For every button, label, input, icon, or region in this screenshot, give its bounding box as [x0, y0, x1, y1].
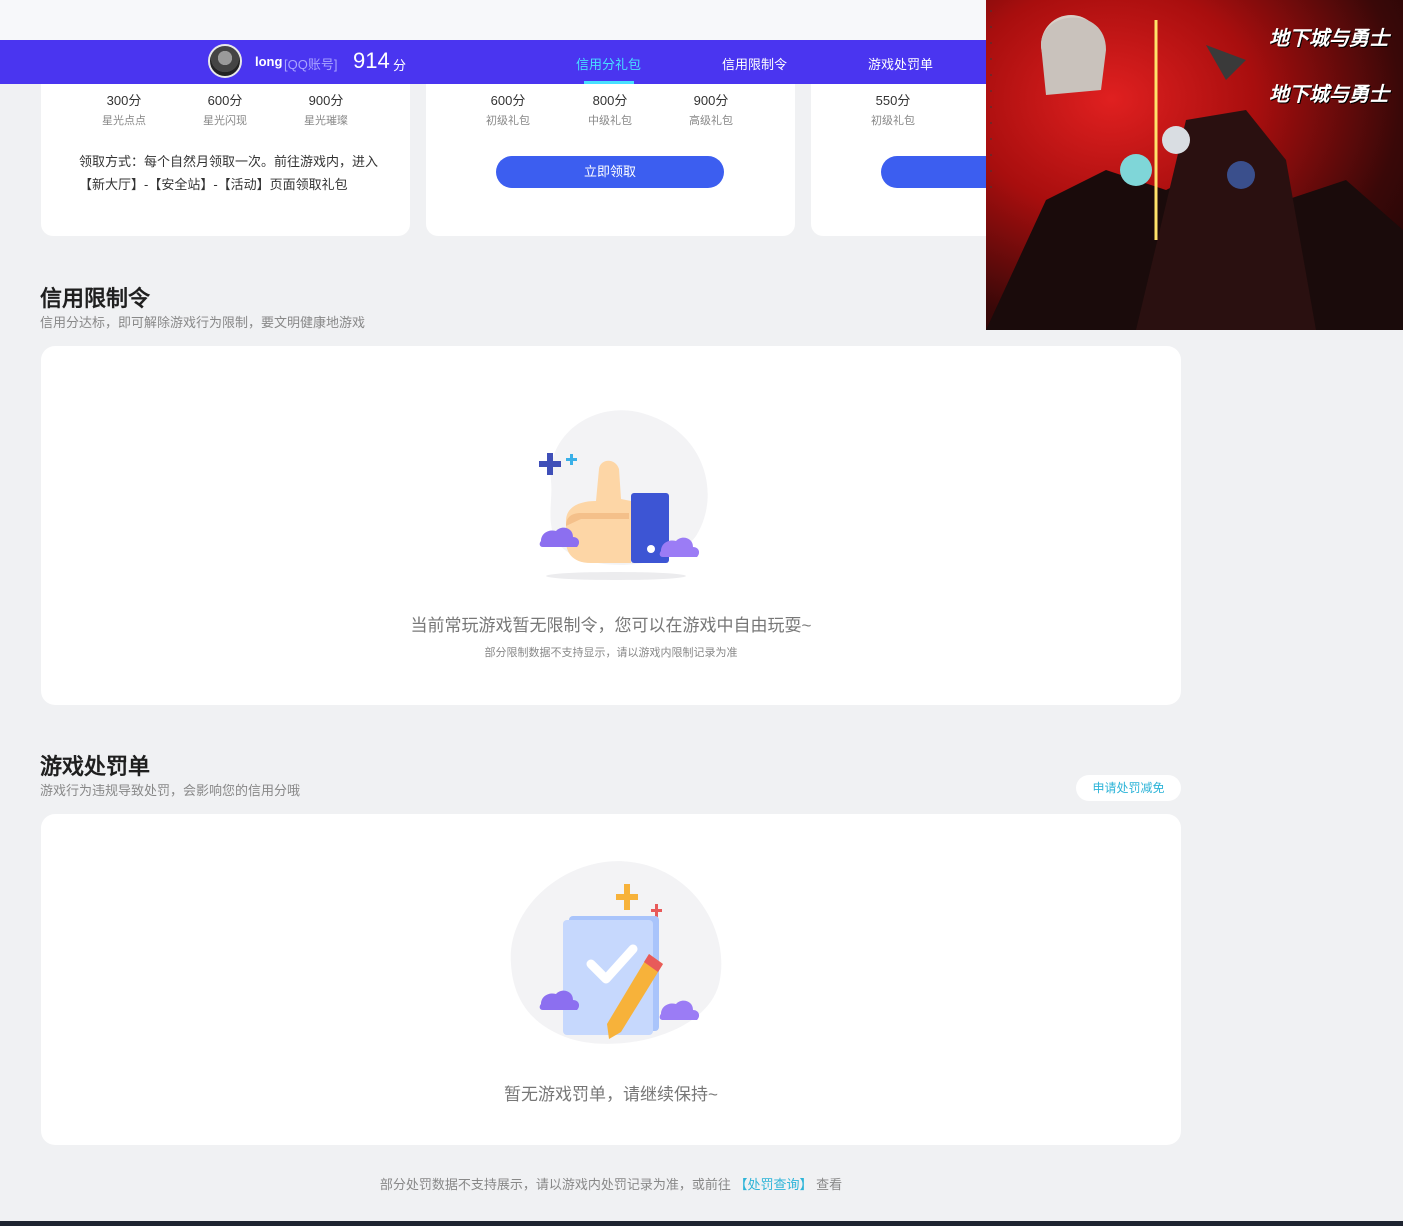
bottom-bar [0, 1221, 1403, 1226]
penalty-empty-card: 暂无游戏罚单，请继续保持~ [41, 814, 1181, 1145]
tier-points: 300分 [106, 93, 142, 108]
ticket-checkmark-icon [510, 861, 722, 1044]
active-tab-indicator [584, 81, 634, 84]
tab-game-penalty[interactable]: 游戏处罚单 [868, 54, 933, 73]
tier-points: 600分 [207, 93, 243, 108]
apply-penalty-reduction-button[interactable]: 申请处罚减免 [1076, 775, 1181, 801]
tier-points: 600分 [490, 93, 526, 108]
tier-name: 中级礼包 [588, 115, 632, 127]
tier-name: 星光点点 [102, 115, 146, 127]
restriction-empty-card: 当前常玩游戏暂无限制令，您可以在游戏中自由玩耍~ 部分限制数据不支持显示，请以游… [41, 346, 1181, 705]
restriction-empty-note: 部分限制数据不支持显示，请以游戏内限制记录为准 [484, 647, 738, 659]
penalty-footer-note: 部分处罚数据不支持展示，请以游戏内处罚记录为准，或前往 【处罚查询】 查看 [0, 1174, 1222, 1193]
claim-method-text: 领取方式：每个自然月领取一次。前往游戏内，进入【新大厅】-【安全站】-【活动】页… [79, 154, 379, 192]
penalty-empty-message: 暂无游戏罚单，请继续保持~ [504, 1085, 718, 1104]
tier-name: 高级礼包 [689, 115, 733, 127]
penalty-query-link[interactable]: 【处罚查询】 [734, 1177, 812, 1192]
tab-credit-gift[interactable]: 信用分礼包 [576, 54, 641, 73]
tier-points: 800分 [592, 93, 628, 108]
game-logo-secondary: 地下城与勇士 [1269, 82, 1389, 106]
tab-credit-restriction[interactable]: 信用限制令 [722, 54, 787, 73]
tier-points: 550分 [875, 93, 911, 108]
game-ad-overlay[interactable]: 地下城与勇士 地下城与勇士 [986, 0, 1403, 330]
footer-note-suffix: 查看 [816, 1177, 843, 1192]
footer-note-prefix: 部分处罚数据不支持展示，请以游戏内处罚记录为准，或前往 [379, 1177, 731, 1192]
user-nickname: long [255, 54, 283, 69]
credit-score-unit: 分 [393, 58, 407, 73]
restriction-empty-message: 当前常玩游戏暂无限制令，您可以在游戏中自由玩耍~ [410, 616, 812, 635]
game-logo: 地下城与勇士 [1269, 26, 1389, 50]
claim-now-button[interactable]: 立即领取 [496, 156, 724, 188]
account-type: [QQ账号] [284, 57, 338, 72]
tier-name: 星光闪现 [203, 115, 247, 127]
tier-name: 星光璀璨 [304, 115, 348, 127]
gift-card-middle: 600分 初级礼包 800分 中级礼包 900分 高级礼包 立即领取 [426, 60, 795, 236]
tier-name: 初级礼包 [486, 115, 530, 127]
credit-score: 914 [353, 48, 390, 73]
tier-points: 900分 [693, 93, 729, 108]
tier-points: 900分 [308, 93, 344, 108]
penalty-section-subtitle: 游戏行为违规导致处罚，会影响您的信用分哦 [40, 783, 301, 798]
avatar[interactable] [208, 44, 242, 78]
gift-card-starlight: 300分 星光点点 600分 星光闪现 900分 星光璀璨 领取方式：每个自然月… [41, 60, 410, 236]
thumbs-up-icon [539, 410, 708, 580]
tier-name: 初级礼包 [871, 115, 915, 127]
restriction-section-subtitle: 信用分达标，即可解除游戏行为限制，要文明健康地游戏 [40, 315, 366, 330]
penalty-section-title: 游戏处罚单 [40, 754, 151, 779]
restriction-section-title: 信用限制令 [40, 286, 151, 311]
